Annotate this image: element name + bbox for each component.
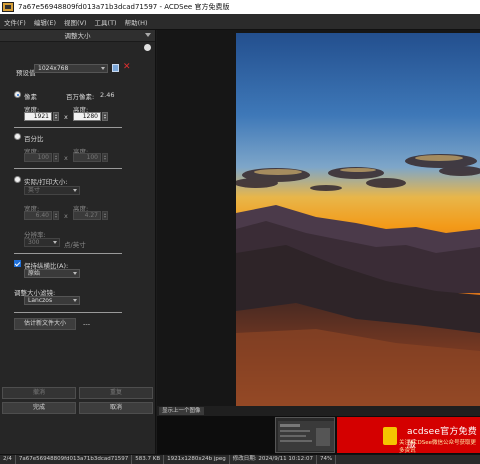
pixels-label: 像素: [24, 93, 37, 101]
thumbnail-image: [276, 418, 334, 452]
promo-banner[interactable]: acdsee官方免费版 关注ACDSee微信公众号获取更多资讯: [337, 417, 480, 453]
pixel-height-stepper[interactable]: [102, 112, 108, 121]
thumbnail-preview[interactable]: [275, 417, 335, 453]
section-divider: [14, 312, 122, 313]
pixel-height-input[interactable]: 1280: [73, 112, 101, 121]
aspect-select[interactable]: 原始: [24, 269, 80, 278]
menu-tools[interactable]: 工具(T): [91, 17, 121, 27]
status-filesize: 583.7 KB: [132, 455, 165, 464]
status-modified-date: 修改日期: 2024/9/11 10:12:07: [230, 455, 318, 464]
title-bar: 7a67e56948809fd013a71b3dcad71597 - ACDSe…: [0, 0, 480, 14]
panel-title: 调整大小: [64, 32, 91, 40]
status-dimensions: 1921x1280x24b jpeg: [164, 455, 230, 464]
delete-preset-icon[interactable]: ✕: [123, 62, 131, 72]
percent-label: 百分比: [24, 135, 44, 143]
image-viewer[interactable]: [157, 30, 480, 406]
percent-radio[interactable]: [14, 133, 21, 140]
menu-edit[interactable]: 编辑(E): [30, 17, 60, 27]
section-divider: [14, 253, 122, 254]
print-height-stepper[interactable]: [102, 211, 108, 220]
undo-button[interactable]: 撤消: [2, 387, 76, 399]
resize-panel: 调整大小 预设值 1024x768 ✕ 像素 百万像素: 2.46 宽度: 高度…: [0, 30, 156, 454]
pixels-radio[interactable]: [14, 91, 21, 98]
pixel-width-stepper[interactable]: [53, 112, 59, 121]
status-zoom: 74%: [317, 455, 337, 464]
previous-image-button[interactable]: 显示上一个图像: [159, 407, 204, 415]
estimate-size-button[interactable]: 估计新文件大小: [14, 318, 76, 330]
window-title: 7a67e56948809fd013a71b3dcad71597 - ACDSe…: [18, 3, 230, 11]
menu-help[interactable]: 帮助(H): [121, 17, 152, 27]
pixel-width-input[interactable]: 1921: [24, 112, 52, 121]
status-index: 2/4: [0, 455, 16, 464]
pixel-times-label: x: [64, 113, 68, 121]
percent-width-stepper[interactable]: [53, 153, 59, 162]
resolution-unit-label: 点/英寸: [64, 241, 86, 249]
landscape-photo: [236, 33, 480, 406]
menu-bar: 文件(F) 编辑(E) 视图(V) 工具(T) 帮助(H): [0, 14, 480, 30]
megapixels-label: 百万像素:: [66, 93, 95, 101]
preset-select[interactable]: 1024x768: [34, 64, 108, 73]
print-size-radio[interactable]: [14, 176, 21, 183]
sunset-landscape-image: [236, 33, 480, 406]
section-divider: [14, 127, 122, 128]
collapse-panel-icon[interactable]: [145, 33, 151, 37]
menu-file[interactable]: 文件(F): [0, 17, 30, 27]
mascot-icon: [383, 427, 397, 445]
percent-height-stepper[interactable]: [102, 153, 108, 162]
navigation-bar: 显示上一个图像: [157, 406, 480, 416]
panel-header: 调整大小: [0, 30, 155, 42]
filmstrip: acdsee官方免费版 关注ACDSee微信公众号获取更多资讯: [157, 416, 480, 454]
percent-height-input[interactable]: 100: [73, 153, 101, 162]
menu-view[interactable]: 视图(V): [60, 17, 91, 27]
percent-times-label: x: [64, 154, 68, 162]
megapixels-value: 2.46: [100, 91, 115, 99]
print-height-input[interactable]: 4.27: [73, 211, 101, 220]
section-divider: [14, 168, 122, 169]
print-width-input[interactable]: 6.40: [24, 211, 52, 220]
keep-aspect-checkbox[interactable]: [14, 260, 21, 267]
cancel-button[interactable]: 取消: [79, 402, 153, 414]
done-button[interactable]: 完成: [2, 402, 76, 414]
estimate-size-value: ---: [83, 320, 91, 328]
status-bar: 2/4 7a67e56948809fd013a71b3dcad71597 583…: [0, 454, 480, 464]
acdsee-app-icon: [2, 2, 14, 12]
preset-label: 预设值: [16, 69, 36, 77]
print-size-label: 实际/打印大小:: [24, 178, 68, 186]
resize-filter-select[interactable]: Lanczos: [24, 296, 80, 305]
help-icon[interactable]: [144, 44, 151, 51]
status-filename: 7a67e56948809fd013a71b3dcad71597: [16, 455, 133, 464]
ad-slogan-text: 关注ACDSee微信公众号获取更多资讯: [399, 440, 477, 453]
print-width-stepper[interactable]: [53, 211, 59, 220]
save-preset-icon[interactable]: [112, 64, 119, 72]
resolution-select[interactable]: 300: [24, 238, 60, 247]
print-times-label: x: [64, 212, 68, 220]
percent-width-input[interactable]: 100: [24, 153, 52, 162]
print-unit-select[interactable]: 英寸: [24, 186, 80, 195]
redo-button[interactable]: 重复: [79, 387, 153, 399]
